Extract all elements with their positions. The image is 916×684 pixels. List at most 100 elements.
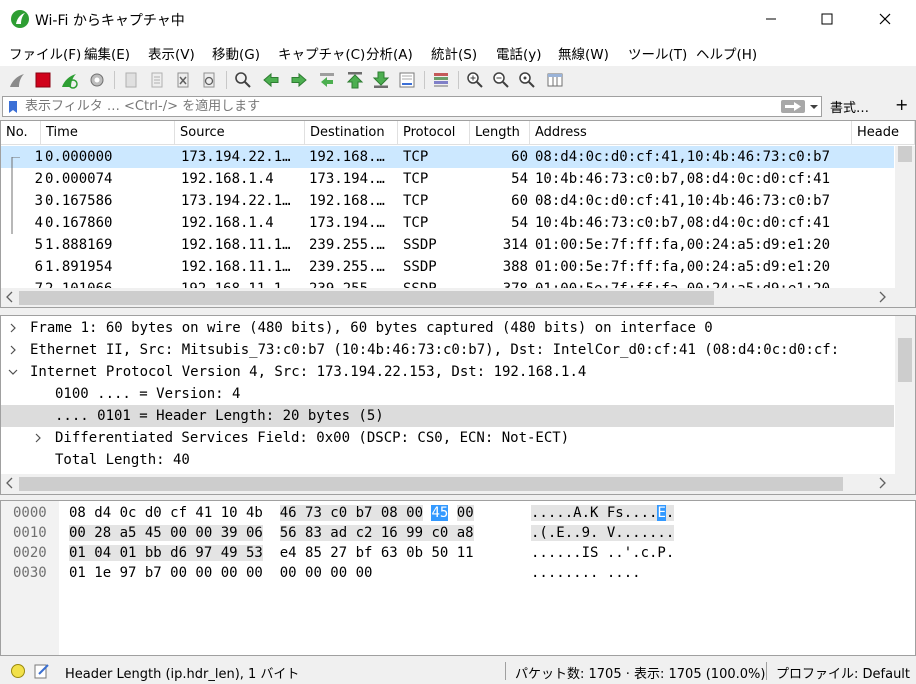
ascii-row[interactable]: ........ ....	[531, 563, 641, 583]
zoom-in-button[interactable]	[464, 69, 486, 91]
details-vertical-scrollbar[interactable]	[895, 316, 915, 474]
scrollbar-thumb[interactable]	[898, 338, 912, 382]
menu-wireless[interactable]: 無線(W)	[558, 43, 609, 63]
go-to-packet-button[interactable]	[316, 69, 338, 91]
bookmark-icon[interactable]	[7, 100, 19, 114]
arrow-right-icon	[291, 72, 307, 88]
menu-go[interactable]: 移動(G)	[212, 43, 260, 63]
shark-fin-icon	[10, 74, 24, 87]
start-capture-button[interactable]	[6, 69, 28, 91]
apply-filter-arrow-icon[interactable]	[781, 100, 805, 113]
packet-row[interactable]: 1 0.000000 173.194.22.1… 192.168.… TCP 6…	[1, 146, 894, 169]
scroll-right-icon[interactable]	[879, 477, 887, 492]
go-forward-button[interactable]	[288, 69, 310, 91]
scroll-right-icon[interactable]	[879, 291, 887, 306]
detail-tree-item[interactable]: 0100 .... = Version: 4	[1, 383, 894, 405]
detail-tree-item[interactable]: Differentiated Services Field: 0x00 (DSC…	[1, 427, 894, 449]
hex-row[interactable]: 00 28 a5 45 00 00 39 06 56 83 ad c2 16 9…	[69, 523, 474, 543]
status-divider	[766, 662, 767, 680]
detail-tree-item[interactable]: Total Length: 40	[1, 449, 894, 471]
column-header-protocol[interactable]: Protocol	[398, 121, 470, 145]
column-header-no[interactable]: No.	[1, 121, 41, 145]
packet-row[interactable]: 6 1.891954 192.168.11.1… 239.255.… SSDP …	[1, 256, 894, 278]
expression-button[interactable]: 書式…	[830, 97, 869, 116]
stop-icon	[35, 72, 51, 88]
packet-row[interactable]: 2 0.000074 192.168.1.4 173.194.… TCP 54 …	[1, 168, 894, 190]
open-file-button[interactable]	[120, 69, 142, 91]
minimize-button[interactable]	[742, 0, 800, 38]
scrollbar-thumb[interactable]	[19, 477, 843, 491]
column-header-address[interactable]: Address	[530, 121, 852, 145]
save-file-button[interactable]	[146, 69, 168, 91]
detail-tree-item[interactable]: Internet Protocol Version 4, Src: 173.19…	[1, 361, 894, 383]
ascii-row[interactable]: ......IS ..'.c.P.	[531, 543, 674, 563]
scrollbar-thumb[interactable]	[19, 291, 714, 305]
restart-capture-button[interactable]	[58, 69, 80, 91]
packet-row[interactable]: 7 2.101066 192.168.11.1… 239.255.… SSDP …	[1, 278, 894, 288]
colorize-icon	[434, 73, 448, 87]
hex-row[interactable]: 01 1e 97 b7 00 00 00 00 00 00 00 00	[69, 563, 372, 583]
ascii-row[interactable]: .....A.K Fs....E.	[531, 503, 675, 523]
menu-edit[interactable]: 編集(E)	[84, 43, 130, 63]
packet-bytes-pane: 0000 0010 0020 0030 08 d4 0c d0 cf 41 10…	[0, 500, 916, 656]
tree-connector-icon	[11, 212, 13, 234]
column-header-destination[interactable]: Destination	[305, 121, 398, 145]
capture-comment-icon[interactable]	[33, 662, 51, 680]
scrollbar-thumb[interactable]	[898, 146, 912, 162]
status-bar: Header Length (ip.hdr_len), 1 バイト パケット数:…	[0, 658, 916, 684]
menu-view[interactable]: 表示(V)	[148, 43, 195, 63]
status-profile[interactable]: プロファイル: Default	[776, 663, 910, 682]
column-header-time[interactable]: Time	[41, 121, 175, 145]
display-filter-input[interactable]	[25, 98, 765, 115]
scroll-left-icon[interactable]	[6, 291, 14, 306]
close-button[interactable]	[856, 0, 914, 38]
search-icon	[235, 72, 251, 88]
minimize-icon	[766, 18, 776, 20]
packet-list-horizontal-scrollbar[interactable]	[1, 288, 915, 307]
detail-tree-item[interactable]: Frame 1: 60 bytes on wire (480 bits), 60…	[1, 317, 894, 339]
menu-file[interactable]: ファイル(F)	[9, 43, 81, 63]
display-filter-bar: 書式… +	[0, 94, 916, 119]
zoom-out-button[interactable]	[490, 69, 512, 91]
first-packet-button[interactable]	[344, 69, 366, 91]
go-back-button[interactable]	[260, 69, 282, 91]
selected-byte[interactable]: 45	[431, 505, 449, 521]
column-header-source[interactable]: Source	[175, 121, 305, 145]
arrow-left-icon	[263, 72, 279, 88]
menu-telephony[interactable]: 電話(y)	[496, 43, 542, 63]
packet-row[interactable]: 3 0.167586 173.194.22.1… 192.168.… TCP 6…	[1, 190, 894, 212]
packet-list-vertical-scrollbar[interactable]	[895, 146, 915, 288]
close-file-button[interactable]	[172, 69, 194, 91]
scroll-left-icon[interactable]	[6, 477, 14, 492]
packet-row[interactable]: 4 0.167860 192.168.1.4 173.194.… TCP 54 …	[1, 212, 894, 234]
details-horizontal-scrollbar[interactable]	[1, 474, 915, 494]
find-packet-button[interactable]	[232, 69, 254, 91]
detail-tree-item[interactable]: .... 0101 = Header Length: 20 bytes (5)	[1, 405, 894, 427]
maximize-button[interactable]	[798, 0, 856, 38]
last-packet-button[interactable]	[370, 69, 392, 91]
packet-row[interactable]: 5 1.888169 192.168.11.1… 239.255.… SSDP …	[1, 234, 894, 256]
capture-options-button[interactable]	[86, 69, 108, 91]
menu-help[interactable]: ヘルプ(H)	[696, 43, 757, 63]
ascii-row[interactable]: .(.E..9. V.......	[531, 523, 675, 543]
hex-row[interactable]: 01 04 01 bb d6 97 49 53 e4 85 27 bf 63 0…	[69, 543, 474, 563]
reload-file-button[interactable]	[198, 69, 220, 91]
hex-row[interactable]: 08 d4 0c d0 cf 41 10 4b 46 73 c0 b7 08 0…	[69, 503, 474, 523]
auto-scroll-button[interactable]	[396, 69, 418, 91]
column-header-header[interactable]: Heade	[852, 121, 915, 145]
menu-statistics[interactable]: 統計(S)	[431, 43, 477, 63]
menu-tools[interactable]: ツール(T)	[628, 43, 687, 63]
menu-analyze[interactable]: 分析(A)	[366, 43, 413, 63]
menu-capture[interactable]: キャプチャ(C)	[278, 43, 365, 63]
column-header-length[interactable]: Length	[470, 121, 530, 145]
stop-capture-button[interactable]	[32, 69, 54, 91]
selected-ascii-char[interactable]: E	[657, 505, 666, 521]
toolbar-separator	[424, 71, 425, 89]
resize-columns-button[interactable]	[544, 69, 566, 91]
detail-tree-item[interactable]: Ethernet II, Src: Mitsubis_73:c0:b7 (10:…	[1, 339, 894, 361]
colorize-button[interactable]	[430, 69, 452, 91]
filter-history-dropdown[interactable]	[809, 97, 819, 120]
expert-info-icon[interactable]	[10, 663, 26, 679]
add-filter-button[interactable]: +	[895, 95, 908, 114]
zoom-reset-button[interactable]	[516, 69, 538, 91]
